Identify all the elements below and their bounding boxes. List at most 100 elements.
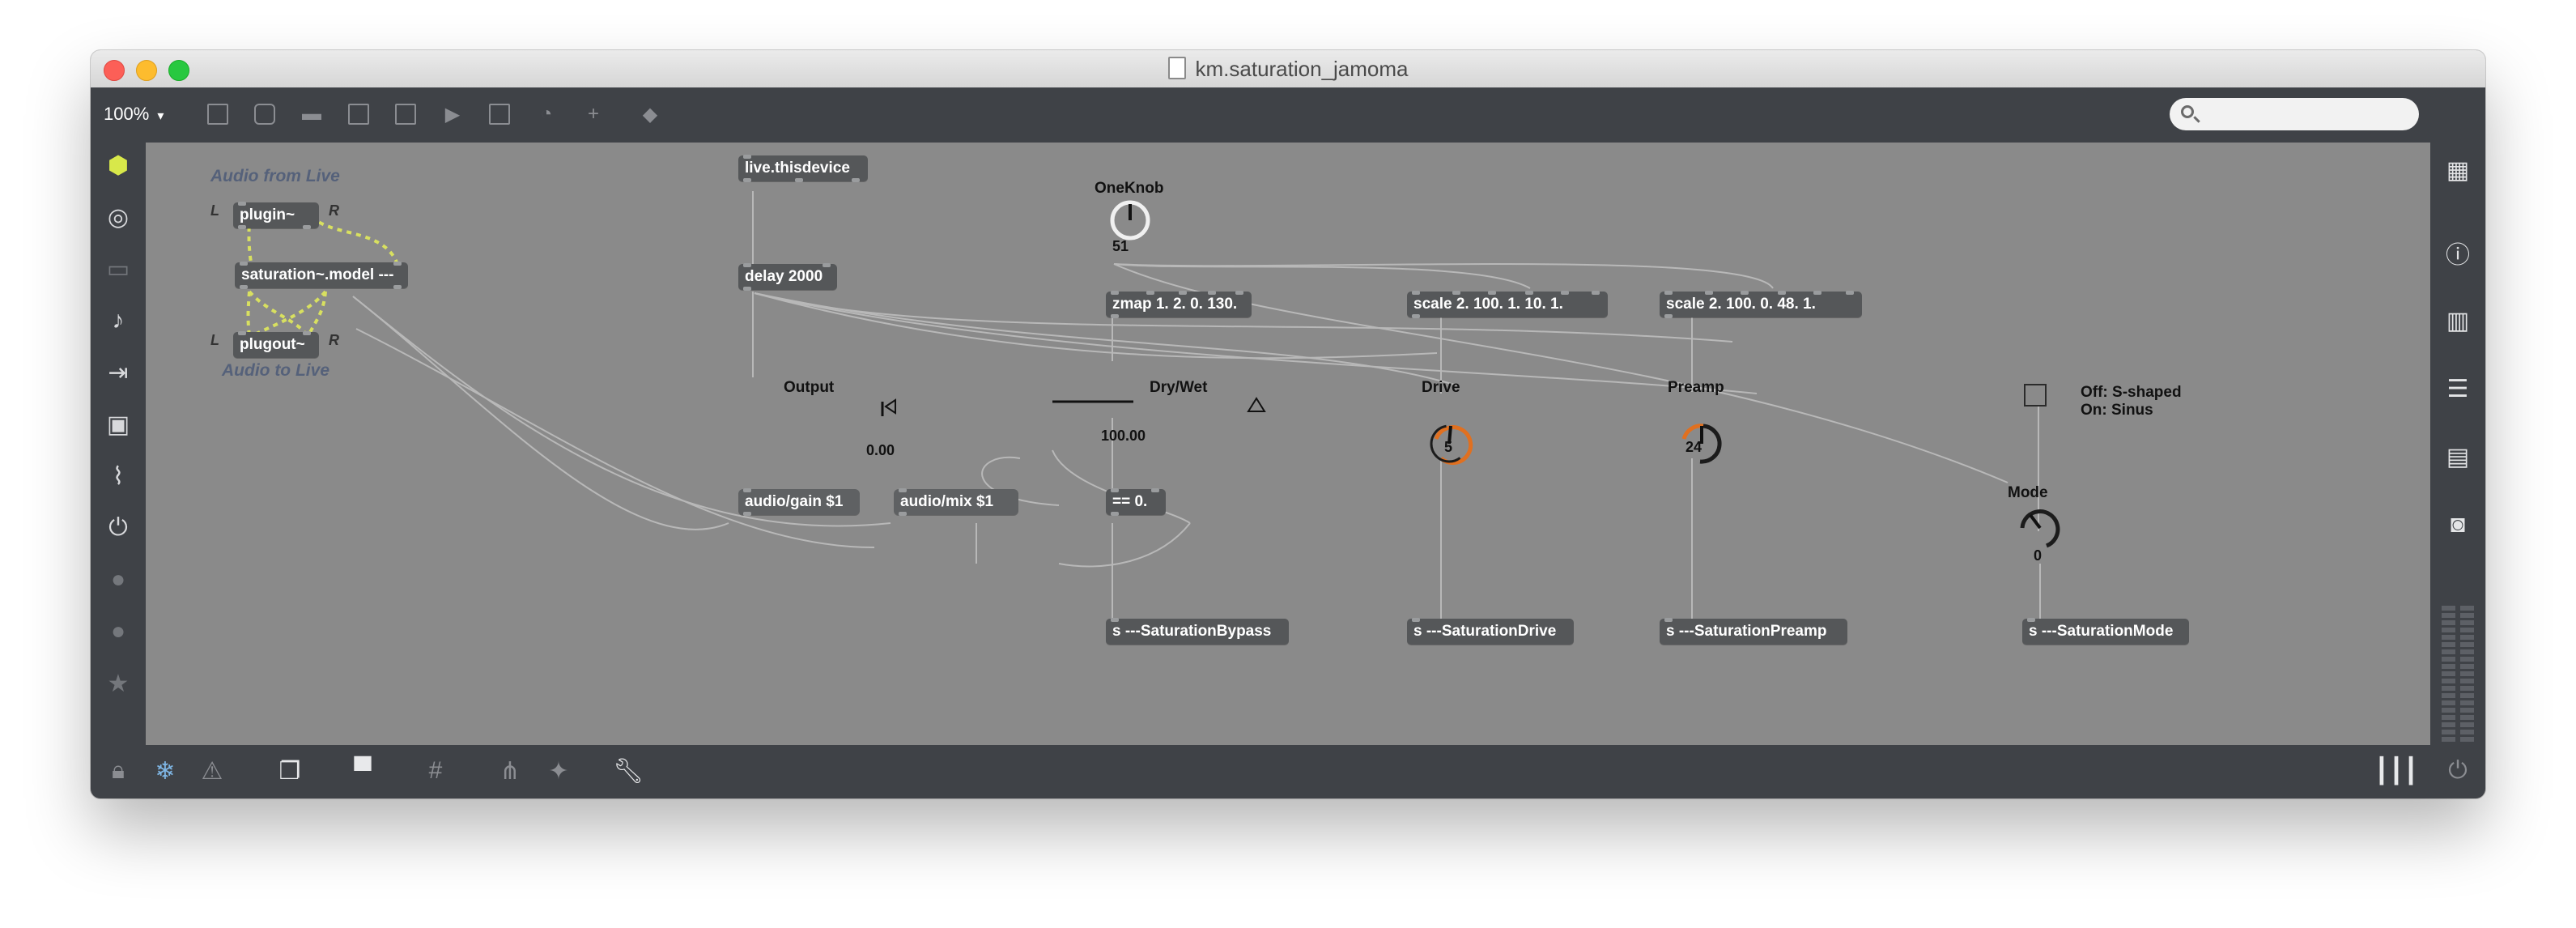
hierarchy-icon[interactable]: ⋔	[495, 756, 525, 785]
cable	[754, 292, 1438, 360]
new-object-icon[interactable]	[204, 100, 232, 128]
presentation-icon[interactable]: ▀	[348, 756, 377, 785]
comment-audio-to-live: Audio to Live	[222, 361, 329, 380]
oneknob-dial[interactable]	[1109, 199, 1151, 241]
audio-gain-message[interactable]: audio/gain $1	[738, 488, 860, 516]
debug-icon[interactable]: ✦	[544, 756, 573, 785]
comment-r-top: R	[329, 202, 339, 219]
paint-bucket-icon[interactable]: ◆	[636, 100, 664, 128]
new-comment-icon[interactable]: ▬	[298, 100, 325, 128]
delay-label: delay 2000	[745, 268, 823, 285]
meter-right	[2460, 606, 2474, 743]
send-bypass-label: s ---SaturationBypass	[1112, 623, 1272, 640]
send-bypass-object[interactable]: s ---SaturationBypass	[1106, 618, 1289, 645]
zoom-menu[interactable]: 100% ▾	[104, 104, 164, 125]
package-icon[interactable]: ⬢	[104, 151, 133, 180]
send-preamp-label: s ---SaturationPreamp	[1666, 623, 1827, 640]
plug-icon[interactable]: ⏻	[104, 513, 133, 543]
scale-drive-object[interactable]: scale 2. 100. 1. 10. 1.	[1407, 291, 1608, 318]
delay-object[interactable]: delay 2000	[738, 263, 837, 291]
comment-off-shaped: Off: S-shaped	[2081, 384, 2182, 401]
cable	[352, 296, 729, 530]
info-icon[interactable]: ⓘ	[2443, 238, 2472, 269]
title-bar: km.saturation_jamoma	[91, 50, 2485, 88]
wrench-icon[interactable]: 🔧︎	[613, 756, 644, 785]
send-mode-label: s ---SaturationMode	[2029, 623, 2174, 640]
slider-object-icon[interactable]	[486, 100, 513, 128]
paperclip-icon[interactable]: ⌇	[104, 462, 133, 491]
windows-icon[interactable]: ❐	[275, 756, 304, 785]
audio-cable	[248, 290, 309, 338]
zmap-label: zmap 1. 2. 0. 130.	[1112, 296, 1238, 313]
preamp-dial[interactable]	[1681, 423, 1723, 465]
audio-mix-label: audio/mix $1	[900, 493, 994, 510]
target-icon[interactable]: ◎	[104, 202, 133, 232]
new-message-icon[interactable]	[251, 100, 278, 128]
send-drive-object[interactable]: s ---SaturationDrive	[1407, 618, 1574, 645]
plugin-object[interactable]: plugin~	[233, 202, 319, 229]
send-mode-object[interactable]: s ---SaturationMode	[2022, 618, 2189, 645]
drive-dial[interactable]	[1428, 423, 1470, 465]
zoom-level: 100%	[104, 104, 150, 124]
film-icon[interactable]: ▭	[104, 254, 133, 283]
star-icon[interactable]: ★	[104, 669, 133, 698]
audio-mix-message[interactable]: audio/mix $1	[894, 488, 1018, 516]
chevron-down-icon: ▾	[157, 109, 164, 123]
button-object-icon[interactable]	[345, 100, 372, 128]
mode-value: 0	[2034, 547, 2043, 564]
meter-left	[2442, 606, 2455, 743]
output-slider-handle	[884, 398, 896, 415]
list-icon[interactable]: ☰	[2443, 374, 2472, 403]
send-drive-label: s ---SaturationDrive	[1413, 623, 1557, 640]
object-palette: ▬ ▶ ◔ + ◆	[204, 100, 683, 128]
comment-r-bottom: R	[329, 332, 339, 348]
comment-l-bottom: L	[210, 332, 219, 348]
lock-icon[interactable]: 🔒︎	[104, 756, 133, 785]
reference-icon[interactable]: ▤	[2443, 442, 2472, 471]
vizzie-icon[interactable]: ●	[104, 565, 133, 594]
book-icon[interactable]: ▥	[2443, 306, 2472, 335]
patch-canvas[interactable]: Audio from Live L R L R Audio to Live Ou…	[146, 143, 2430, 745]
music-note-icon[interactable]: ♪	[104, 306, 133, 335]
grid-snap-icon[interactable]: #	[421, 756, 450, 785]
audio-gain-label: audio/gain $1	[745, 493, 844, 510]
comment-output: Output	[784, 379, 835, 396]
saturation-model-object[interactable]: saturation~.model ---	[235, 262, 408, 289]
mode-dial[interactable]	[2019, 507, 2061, 549]
audio-cable	[249, 290, 327, 338]
equals-zero-object[interactable]: == 0.	[1106, 488, 1166, 516]
cable	[1113, 263, 1774, 289]
saturation-model-label: saturation~.model ---	[241, 266, 394, 283]
zmap-object[interactable]: zmap 1. 2. 0. 130.	[1106, 291, 1252, 318]
beap-icon[interactable]: ●	[104, 617, 133, 646]
scale-drive-label: scale 2. 100. 1. 10. 1.	[1413, 296, 1563, 313]
power-icon[interactable]: ⏻	[2443, 756, 2472, 785]
window-title: km.saturation_jamoma	[91, 50, 2485, 87]
audio-cable	[246, 291, 251, 338]
warning-icon[interactable]: ⚠	[198, 756, 227, 785]
drywet-slider-handle	[1247, 397, 1266, 412]
document-icon	[1167, 57, 1186, 79]
search-icon	[2181, 105, 2194, 118]
media-object-icon[interactable]: ▶	[439, 100, 466, 128]
add-object-icon[interactable]: +	[580, 100, 607, 128]
sequence-icon[interactable]: ⇥	[104, 358, 133, 387]
camera-icon[interactable]: ◙	[2443, 510, 2472, 539]
freeze-icon[interactable]: ❄	[151, 756, 180, 785]
mode-toggle[interactable]	[2024, 384, 2047, 407]
send-preamp-object[interactable]: s ---SaturationPreamp	[1660, 618, 1847, 645]
live-thisdevice-object[interactable]: live.thisdevice	[738, 155, 868, 182]
image-icon[interactable]: ▣	[104, 410, 133, 439]
grid-icon[interactable]: ▦	[2443, 155, 2472, 185]
comment-l-top: L	[210, 202, 219, 219]
toggle-object-icon[interactable]	[392, 100, 419, 128]
scale-preamp-object[interactable]: scale 2. 100. 0. 48. 1.	[1660, 291, 1862, 318]
dial-object-icon[interactable]: ◔	[533, 100, 560, 128]
comment-mode: Mode	[2008, 484, 2048, 501]
plugout-object[interactable]: plugout~	[233, 331, 319, 358]
comment-on-sinus: On: Sinus	[2081, 402, 2153, 419]
audio-cable	[306, 291, 327, 338]
left-sidebar: ⬢ ◎ ▭ ♪ ⇥ ▣ ⌇ ⏻ ● ● ★	[91, 143, 146, 745]
columns-icon[interactable]: ┃┃┃	[2374, 756, 2418, 785]
search-field[interactable]	[2170, 98, 2419, 130]
